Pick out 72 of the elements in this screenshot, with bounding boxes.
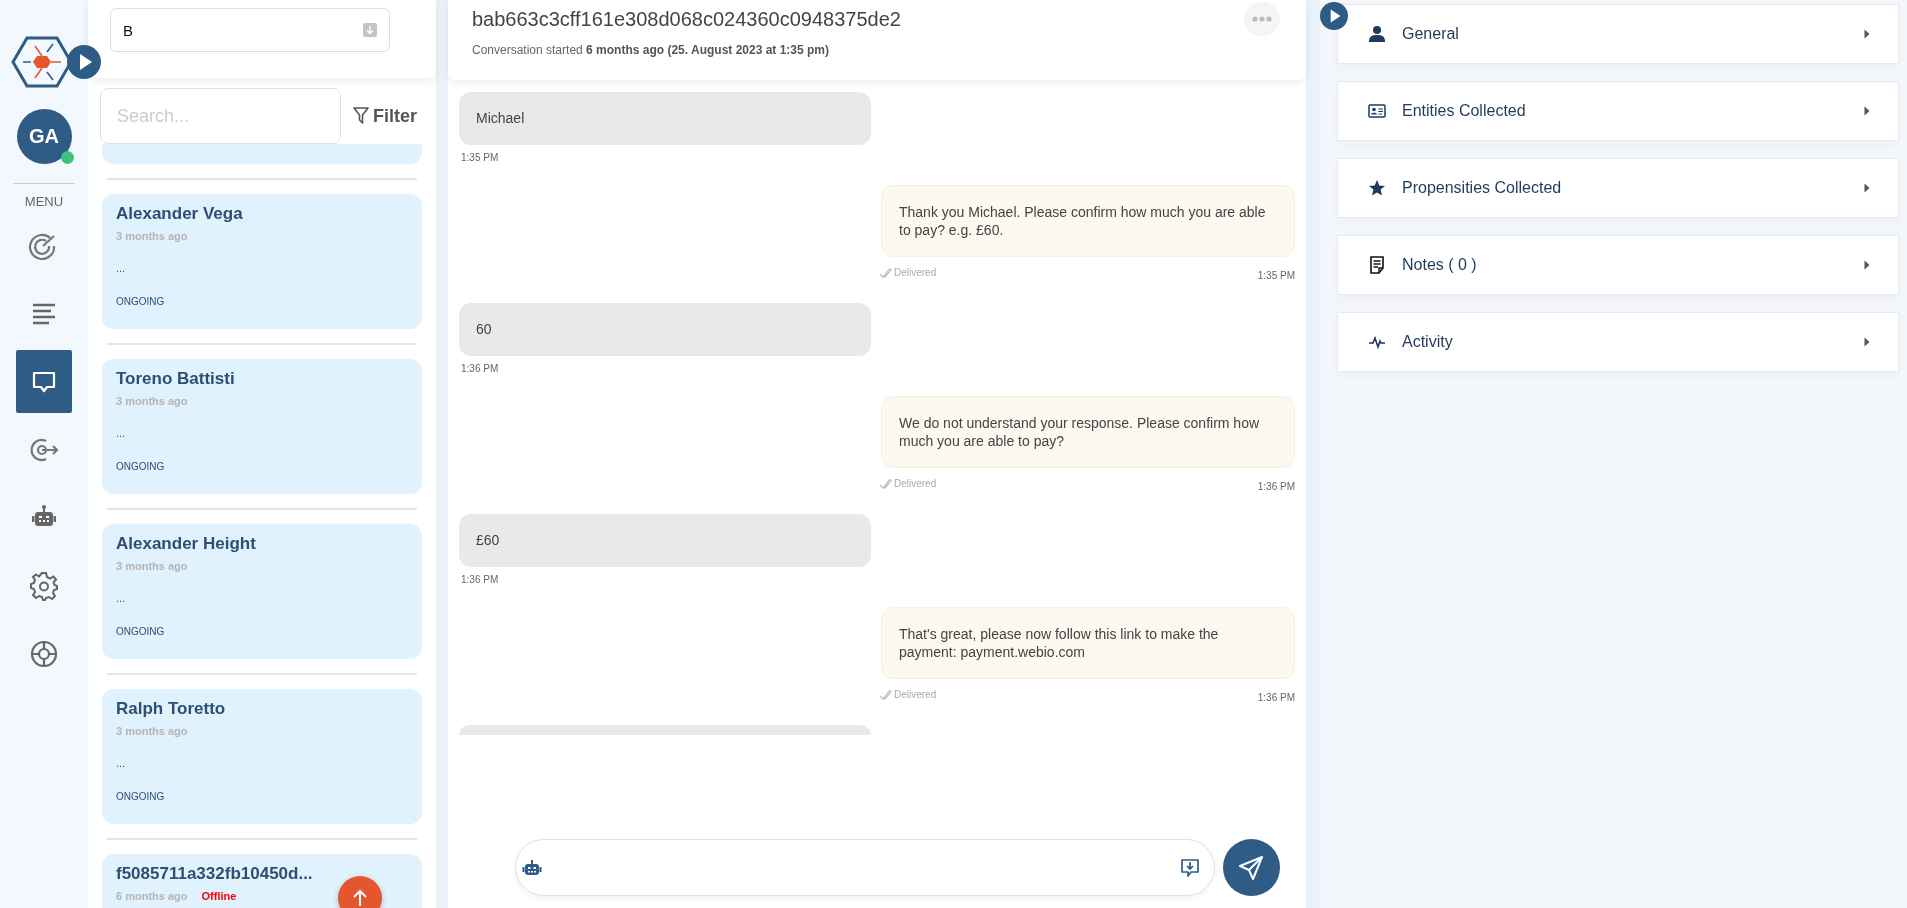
message-bubble: Michael [459, 92, 871, 145]
message-time: 1:36 PM [461, 363, 499, 374]
double-check-icon [879, 688, 892, 701]
conversation-selector[interactable]: B [110, 8, 390, 52]
message-bubble: £60 [459, 514, 871, 567]
double-check-icon [879, 477, 892, 490]
status-label: Offline [201, 890, 237, 902]
contact-name: Alexander Vega [116, 204, 244, 224]
status-label: ONGOING [116, 296, 166, 307]
timestamp: 3 months ago [116, 560, 188, 572]
filter-icon[interactable] [353, 107, 369, 125]
notes-icon [1368, 256, 1386, 274]
conversation-card[interactable]: Ralph Toretto 3 months ago ... ONGOING [102, 689, 422, 824]
conversation-started-text: Conversation started 6 months ago (25. August 2023 at 1:35 pm) [472, 43, 830, 57]
status-label: ONGOING [116, 461, 166, 472]
caret-icon [1864, 183, 1870, 193]
accordion-header[interactable]: Notes ( 0 ) [1337, 235, 1899, 295]
contact-name: f5085711a332fb10450d... [116, 864, 314, 884]
play-button[interactable] [1320, 2, 1348, 30]
caret-icon [1864, 260, 1870, 270]
star-icon [1368, 179, 1386, 197]
message-bubble: 60 [459, 303, 871, 356]
timestamp: 3 months ago [116, 395, 188, 407]
message-time: 1:35 PM [461, 152, 499, 163]
message-time: 1:36 PM [1257, 481, 1295, 492]
robot-icon[interactable] [521, 858, 542, 877]
nav-item-active[interactable] [16, 350, 72, 413]
user-avatar[interactable]: GA [16, 109, 72, 164]
play-button[interactable] [67, 45, 101, 79]
caret-icon [1864, 29, 1870, 39]
conversation-card[interactable]: Alexander Vega 3 months ago ... ONGOING [102, 194, 422, 329]
person-icon [1368, 25, 1386, 43]
status-label: ONGOING [116, 626, 166, 637]
filter-button[interactable]: Filter [353, 105, 417, 127]
message-preview: ... [116, 592, 127, 604]
contact-name: Ralph Toretto [116, 699, 227, 719]
message-bubble: We do not understand your response. Please confirm how much you are able to pay? [881, 396, 1295, 468]
delivery-status: Delivered [879, 475, 937, 492]
accordion-header[interactable]: Entities Collected [1337, 81, 1899, 141]
contact-name: Alexander Height [116, 534, 257, 554]
arrow-up-icon[interactable] [352, 889, 368, 907]
accordion-header[interactable]: Propensities Collected [1337, 158, 1899, 218]
send-icon[interactable] [1238, 854, 1264, 881]
message-preview: ... [116, 262, 127, 274]
message-bubble: That's great, please now follow this link to make the payment: payment.webio.com [881, 607, 1295, 679]
timestamp: 3 months ago [116, 725, 188, 737]
double-check-icon [879, 266, 892, 279]
message-download-icon[interactable] [1179, 857, 1200, 878]
menu-label: MENU [24, 194, 64, 209]
conversation-card[interactable]: Toreno Battisti 3 months ago ... ONGOING [102, 359, 422, 494]
accordion-header[interactable]: Activity [1337, 312, 1899, 372]
message-preview: ... [116, 427, 127, 439]
delivery-status: Delivered [879, 686, 937, 703]
caret-icon [1864, 106, 1870, 116]
conversation-card[interactable]: f5085711a332fb10450d... 6 months ago Offline [102, 854, 422, 908]
delivery-status: Delivered [879, 264, 937, 281]
timestamp: 3 months ago [116, 230, 188, 242]
conversation-card[interactable]: Alexander Height 3 months ago ... ONGOING [102, 524, 422, 659]
id-card-icon [1368, 102, 1386, 120]
message-bubble: Thank you Michael. Please confirm how much you are able to pay? e.g. £60. [881, 185, 1295, 257]
message-preview: ... [116, 757, 127, 769]
send-button[interactable] [1222, 839, 1280, 896]
settings-icon[interactable] [28, 569, 60, 602]
contact-name: Toreno Battisti [116, 369, 236, 389]
message-time: 1:35 PM [1257, 270, 1295, 281]
message-time: 1:36 PM [1257, 692, 1295, 703]
caret-icon [1864, 337, 1870, 347]
accordion-header[interactable]: General [1337, 4, 1899, 64]
timestamp: 6 months ago [116, 890, 188, 902]
conversation-title: bab663c3cff161e308d068c024360c0948375de2 [472, 8, 901, 31]
message-time: 1:36 PM [461, 574, 499, 585]
status-label: ONGOING [116, 791, 166, 802]
